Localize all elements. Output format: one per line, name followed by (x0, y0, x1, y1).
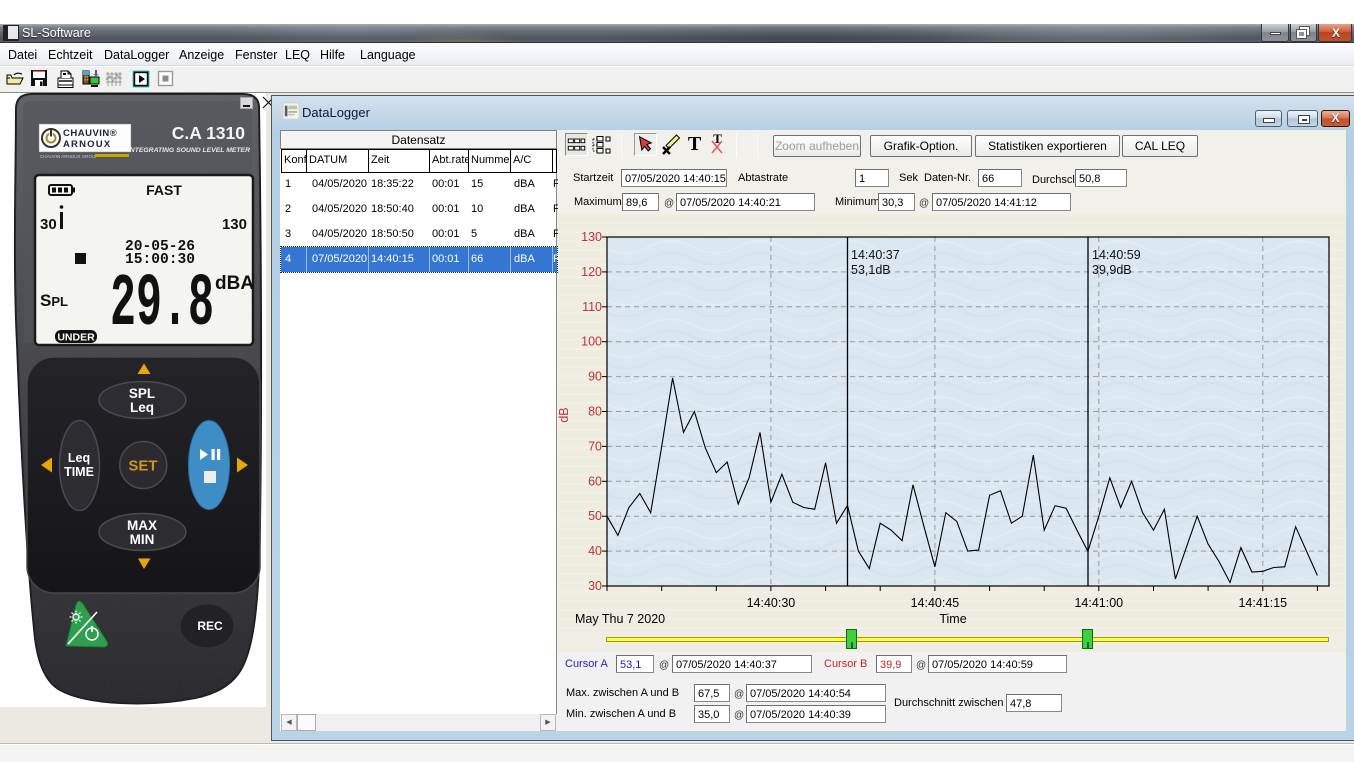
svg-text:120: 120 (581, 265, 602, 279)
svg-text:40: 40 (588, 544, 602, 558)
svg-text:FAST: FAST (146, 182, 182, 198)
svg-text:70: 70 (588, 439, 602, 453)
svg-text:130: 130 (581, 230, 602, 244)
svg-text:80: 80 (588, 405, 602, 419)
svg-text:130: 130 (222, 216, 247, 233)
svg-text:29.8: 29.8 (110, 263, 214, 347)
svg-text:SPL: SPL (129, 386, 155, 401)
svg-text:TIME: TIME (64, 465, 94, 479)
svg-text:UNDER: UNDER (57, 332, 95, 344)
svg-text:C.A 1310: C.A 1310 (172, 123, 246, 143)
svg-text:90: 90 (588, 370, 602, 384)
svg-text:CHAUVIN®: CHAUVIN® (63, 128, 117, 139)
svg-text:INTEGRATING SOUND LEVEL METER: INTEGRATING SOUND LEVEL METER (128, 147, 250, 154)
svg-text:14:40:45: 14:40:45 (911, 596, 960, 610)
svg-text:SPL: SPL (40, 291, 68, 310)
svg-text:Time: Time (939, 612, 966, 626)
svg-text:REC: REC (197, 619, 223, 633)
svg-text:14:41:15: 14:41:15 (1238, 596, 1287, 610)
svg-text:ARNOUX: ARNOUX (63, 139, 111, 150)
svg-text:MAX: MAX (127, 518, 157, 533)
svg-text:SET: SET (128, 458, 157, 475)
svg-text:110: 110 (582, 300, 602, 314)
svg-text:14:40:37: 14:40:37 (851, 248, 900, 262)
svg-text:30: 30 (40, 216, 57, 233)
svg-text:50: 50 (588, 509, 602, 523)
svg-text:Leq: Leq (68, 451, 90, 465)
svg-text:14:40:59: 14:40:59 (1092, 248, 1141, 262)
svg-text:100: 100 (581, 335, 602, 349)
svg-text:14:41:00: 14:41:00 (1074, 596, 1123, 610)
svg-text:dBA: dBA (215, 273, 254, 294)
svg-text:MIN: MIN (130, 532, 155, 547)
svg-text:30: 30 (588, 579, 602, 593)
svg-text:dB: dB (558, 407, 571, 422)
svg-text:Leq: Leq (130, 400, 154, 415)
svg-text:39,9dB: 39,9dB (1092, 263, 1132, 277)
svg-text:CHAUVIN ARNOUX GROUP: CHAUVIN ARNOUX GROUP (40, 154, 98, 159)
svg-text:60: 60 (588, 474, 602, 488)
svg-text:14:40:30: 14:40:30 (747, 596, 796, 610)
svg-text:May Thu 7 2020: May Thu 7 2020 (575, 612, 665, 626)
svg-text:53,1dB: 53,1dB (851, 263, 891, 277)
